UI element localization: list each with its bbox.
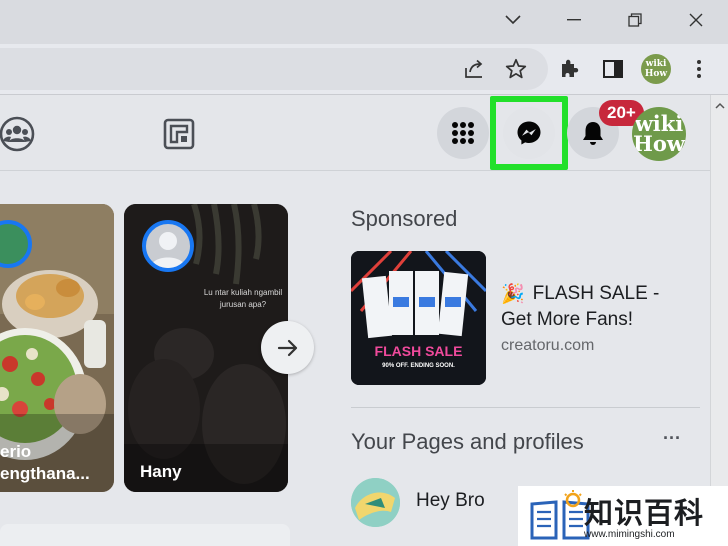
- party-popper-icon: 🎉: [501, 284, 525, 305]
- section-divider: [351, 407, 700, 408]
- story-author-name: Hany: [140, 462, 182, 481]
- browser-titlebar: [0, 0, 728, 44]
- sponsored-heading: Sponsored: [351, 206, 458, 231]
- share-icon: [465, 59, 483, 78]
- composer-card-edge: [0, 524, 290, 546]
- share-button[interactable]: [461, 56, 487, 82]
- browser-menu-button[interactable]: [686, 56, 712, 82]
- account-avatar[interactable]: wiki How: [632, 107, 686, 161]
- story-author-name-line2: engthana...: [0, 464, 90, 483]
- close-window-button[interactable]: [673, 6, 719, 34]
- side-panel-icon: [603, 60, 623, 78]
- story-author-name-line1: erio: [0, 442, 32, 461]
- story-caption-line2: jurusan apa?: [219, 300, 267, 309]
- ad-thumbnail-headline: FLASH SALE: [374, 343, 463, 359]
- page-avatar[interactable]: [351, 478, 400, 527]
- groups-nav-button[interactable]: [0, 115, 38, 153]
- gaming-nav-button[interactable]: [163, 118, 195, 150]
- close-icon: [689, 13, 703, 27]
- apps-menu-icon: [452, 122, 474, 144]
- ad-title-line1: FLASH SALE -: [532, 283, 660, 304]
- story-author-avatar: [142, 220, 194, 272]
- menu-apps-button[interactable]: [437, 107, 489, 159]
- pages-more-button[interactable]: ···: [663, 428, 681, 449]
- book-lightbulb-logo-icon: [530, 490, 590, 540]
- ad-thumbnail[interactable]: FLASH SALE 90% OFF. ENDING SOON.: [351, 251, 486, 385]
- watermark-text: 知识百科: [584, 498, 705, 530]
- scroll-up-arrow-icon[interactable]: [715, 101, 725, 111]
- profile-avatar-label: wiki How: [644, 59, 668, 79]
- menu-icon: [697, 60, 701, 78]
- bookmark-star-button[interactable]: [503, 56, 529, 82]
- minimize-button[interactable]: [551, 6, 597, 34]
- default-user-icon: [150, 232, 186, 268]
- messenger-highlight-box: [490, 96, 568, 170]
- ad-title[interactable]: 🎉 FLASH SALE -: [501, 282, 659, 306]
- restore-button[interactable]: [612, 6, 658, 34]
- star-icon: [505, 58, 527, 79]
- story-caption: Lu ntar kuliah ngambil jurusan apa?: [200, 287, 286, 311]
- page-name[interactable]: Hey Bro: [416, 490, 485, 512]
- minimize-icon: [567, 19, 581, 21]
- page-scrollbar[interactable]: [710, 95, 728, 546]
- browser-toolbar: wiki How: [0, 44, 728, 94]
- story-caption-line1: Lu ntar kuliah ngambil: [203, 288, 283, 297]
- story-card[interactable]: erio engthana...: [0, 204, 114, 492]
- side-panel-button[interactable]: [600, 56, 626, 82]
- extensions-icon: [562, 59, 579, 77]
- watermark-url: www.mimingshi.com: [584, 529, 675, 540]
- ad-thumbnail-subtext: 90% OFF. ENDING SOON.: [382, 363, 455, 369]
- notifications-bell-icon: [583, 122, 603, 145]
- chevron-down-icon: [505, 15, 521, 25]
- stories-next-button[interactable]: [261, 321, 314, 374]
- extensions-button[interactable]: [556, 56, 582, 82]
- account-avatar-line2: How: [633, 131, 685, 156]
- pages-heading: Your Pages and profiles: [351, 429, 584, 454]
- ad-domain[interactable]: creatoru.com: [501, 337, 594, 355]
- arrow-right-icon: [277, 339, 297, 356]
- restore-icon: [628, 13, 642, 27]
- page-avatar-art: [351, 478, 400, 527]
- tab-search-button[interactable]: [490, 6, 536, 34]
- profile-avatar[interactable]: wiki How: [641, 54, 671, 84]
- gaming-icon: [163, 118, 195, 150]
- ad-title-line2[interactable]: Get More Fans!: [501, 309, 633, 331]
- groups-icon: [0, 116, 35, 152]
